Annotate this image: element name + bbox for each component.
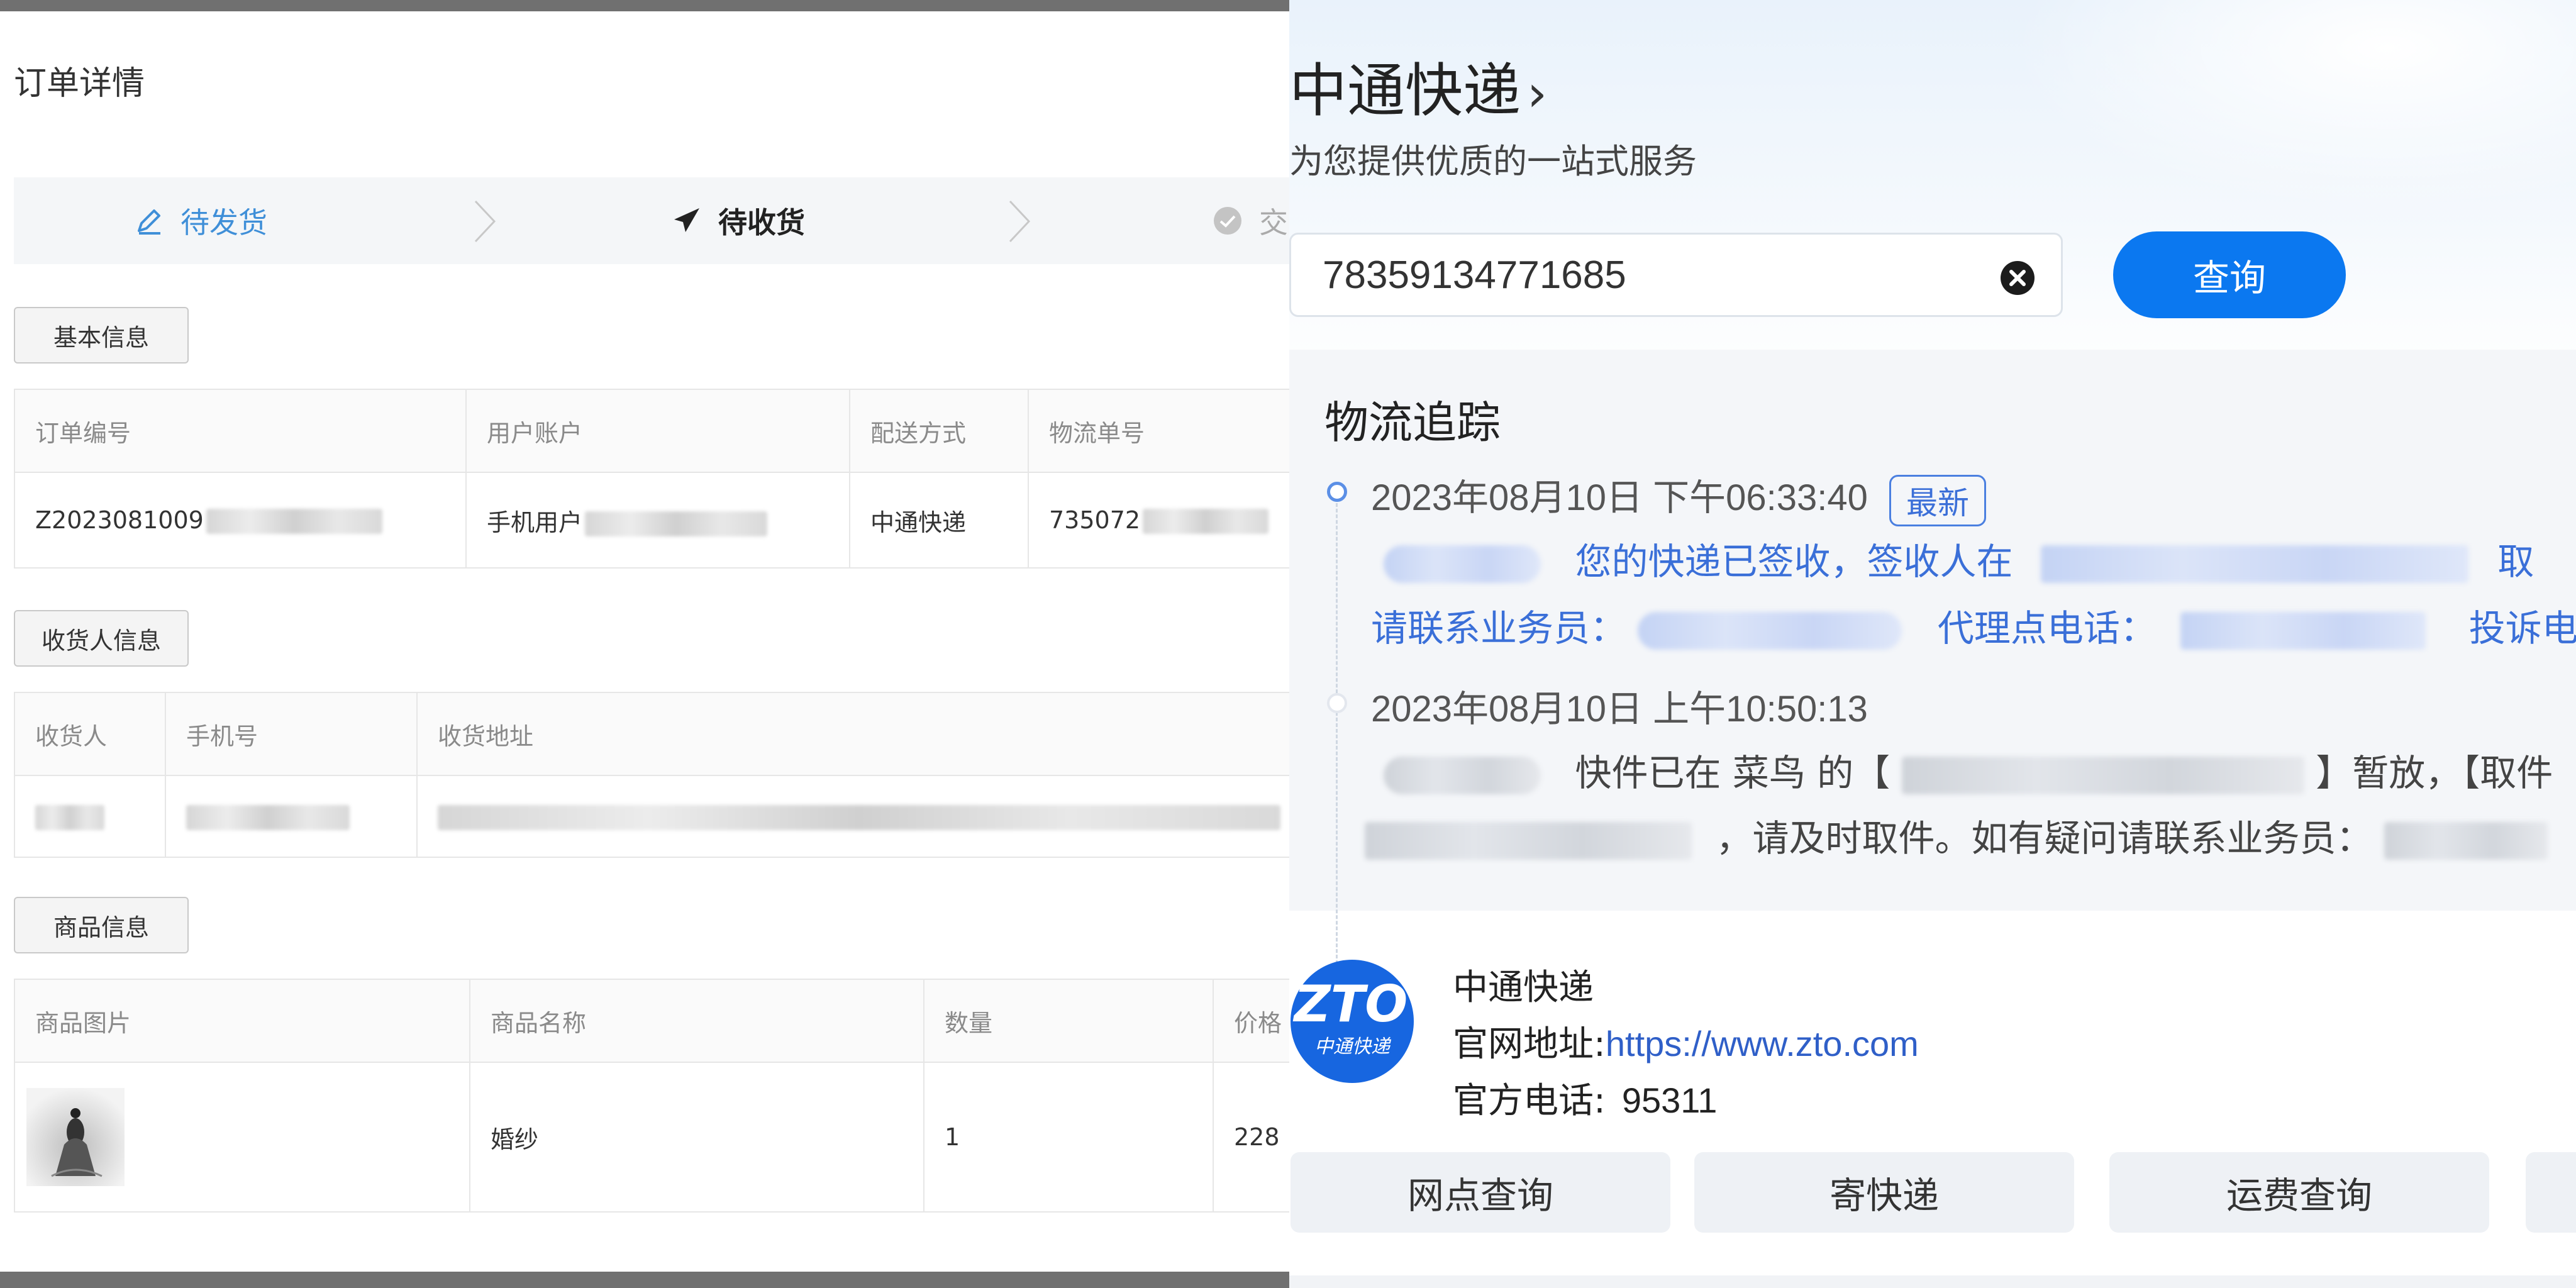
chevron-right-icon: [474, 200, 496, 243]
image-cell: [14, 1062, 470, 1213]
table-row: 婚纱 1 228: [14, 1062, 1289, 1213]
col-phone: 手机号: [165, 692, 418, 776]
event-detail-line: 快件已在 菜鸟 的【 】暂放，【取件: [1384, 743, 2553, 796]
svg-text:中通快递: 中通快递: [1314, 1036, 1392, 1058]
tracking-cell: 735072: [1028, 472, 1289, 569]
logistics-tracking-card: 物流追踪 2023年08月10日 下午06:33:40 最新 您的快递已签收，签收…: [1289, 350, 2576, 970]
col-price: 价格: [1213, 979, 1289, 1063]
order-no-cell: Z2023081009: [14, 472, 467, 569]
carrier-subtitle: 为您提供优质的一站式服务: [1289, 142, 1697, 181]
query-button[interactable]: 查询: [2113, 231, 2346, 318]
name-cell: 婚纱: [469, 1062, 924, 1213]
zto-tracking-panel: 中通快递› 为您提供优质的一站式服务 查询 物流追踪 2023年08月10日 下…: [1289, 0, 2576, 1288]
tracking-number-input[interactable]: [1323, 235, 1951, 315]
step-label: 待发货: [180, 206, 267, 240]
outlet-query-button[interactable]: 网点查询: [1291, 1152, 1670, 1233]
company-website: 官网地址:https://www.zto.com: [1453, 1024, 1919, 1065]
send-express-button[interactable]: 寄快递: [1694, 1152, 2074, 1233]
event-contact-line: 请联系业务员： 代理点电话： 投诉电: [1371, 607, 2576, 650]
bottom-frame-bar: [0, 1272, 1289, 1288]
col-order-no: 订单编号: [14, 389, 467, 473]
latest-badge: 最新: [1889, 474, 1986, 526]
receiver-cell: [14, 775, 166, 858]
event-time: 2023年08月10日 上午10:50:13: [1371, 689, 1868, 730]
step-pending-receipt: 待收货: [668, 177, 805, 264]
col-address: 收货地址: [416, 692, 1289, 776]
check-circle-icon: [1209, 202, 1246, 240]
col-account: 用户账户: [465, 389, 850, 473]
zto-logo: ZTO 中通快递: [1291, 960, 1414, 1083]
step-label: 待收货: [718, 206, 805, 240]
step-pending-shipment: 待发货: [130, 177, 267, 264]
page-title: 订单详情: [14, 65, 145, 103]
chevron-right-icon: [1009, 200, 1031, 243]
col-image: 商品图片: [14, 979, 470, 1063]
goods-info-tab[interactable]: 商品信息: [14, 897, 189, 953]
table-row: [14, 775, 1289, 858]
qty-cell: 1: [923, 1062, 1214, 1213]
account-cell: 手机用户: [465, 472, 850, 569]
tracking-title: 物流追踪: [1324, 397, 1501, 448]
step-label: 交: [1259, 206, 1288, 240]
event-time: 2023年08月10日 下午06:33:40 最新: [1371, 468, 1986, 526]
pen-icon: [130, 202, 168, 240]
order-detail-panel: 订单详情 待发货 待收货 交 基本信息 订单编号 用户账户 配送方式 物流单号 …: [0, 0, 1289, 1288]
timeline-dot: [1327, 693, 1347, 713]
chevron-right-icon: ›: [1527, 64, 1548, 123]
table-row: Z2023081009 手机用户 中通快递 735072: [14, 472, 1289, 569]
address-cell: [416, 775, 1289, 858]
more-action-button[interactable]: [2526, 1152, 2576, 1233]
wedding-dress-thumbnail[interactable]: [26, 1088, 125, 1186]
step-completed: 交: [1209, 177, 1288, 264]
shipping-cell: 中通快递: [849, 472, 1029, 569]
tracking-search-box: [1289, 233, 2063, 317]
goods-info-table: 商品图片 商品名称 数量 价格 婚纱 1 228: [14, 979, 1289, 1213]
receiver-info-tab[interactable]: 收货人信息: [14, 610, 189, 667]
paper-plane-icon: [668, 202, 706, 240]
company-name: 中通快递: [1453, 967, 1594, 1008]
col-receiver: 收货人: [14, 692, 166, 776]
company-phone: 官方电话: 95311: [1453, 1080, 1718, 1121]
basic-info-table: 订单编号 用户账户 配送方式 物流单号 Z2023081009 手机用户 中通快…: [14, 389, 1289, 569]
bottom-strip: [1289, 1275, 2576, 1288]
svg-text:ZTO: ZTO: [1292, 975, 1408, 1033]
event-detail-line: 您的快递已签收，签收人在 取: [1384, 532, 2534, 585]
col-qty: 数量: [923, 979, 1214, 1063]
col-shipping: 配送方式: [849, 389, 1029, 473]
order-steps: 待发货 待收货 交: [14, 177, 1289, 264]
timeline-line: [1336, 492, 1338, 970]
receiver-info-table: 收货人 手机号 收货地址: [14, 692, 1289, 858]
col-tracking: 物流单号: [1028, 389, 1289, 473]
top-frame-bar: [0, 0, 1289, 11]
timeline-dot-latest: [1327, 482, 1347, 502]
sky-background: [1947, 0, 2576, 239]
price-cell: 228: [1213, 1062, 1289, 1213]
website-link[interactable]: https://www.zto.com: [1606, 1024, 1919, 1063]
event-pickup-line: ，请及时取件。如有疑问请联系业务员：: [1365, 809, 2548, 862]
col-name: 商品名称: [469, 979, 924, 1063]
screenshot-stage: 订单详情 待发货 待收货 交 基本信息 订单编号 用户账户 配送方式 物流单号 …: [0, 0, 2576, 1288]
freight-query-button[interactable]: 运费查询: [2109, 1152, 2489, 1233]
phone-cell: [165, 775, 418, 858]
carrier-title[interactable]: 中通快递 ›: [1289, 44, 1547, 128]
clear-icon[interactable]: [1999, 260, 2036, 296]
basic-info-tab[interactable]: 基本信息: [14, 307, 189, 364]
